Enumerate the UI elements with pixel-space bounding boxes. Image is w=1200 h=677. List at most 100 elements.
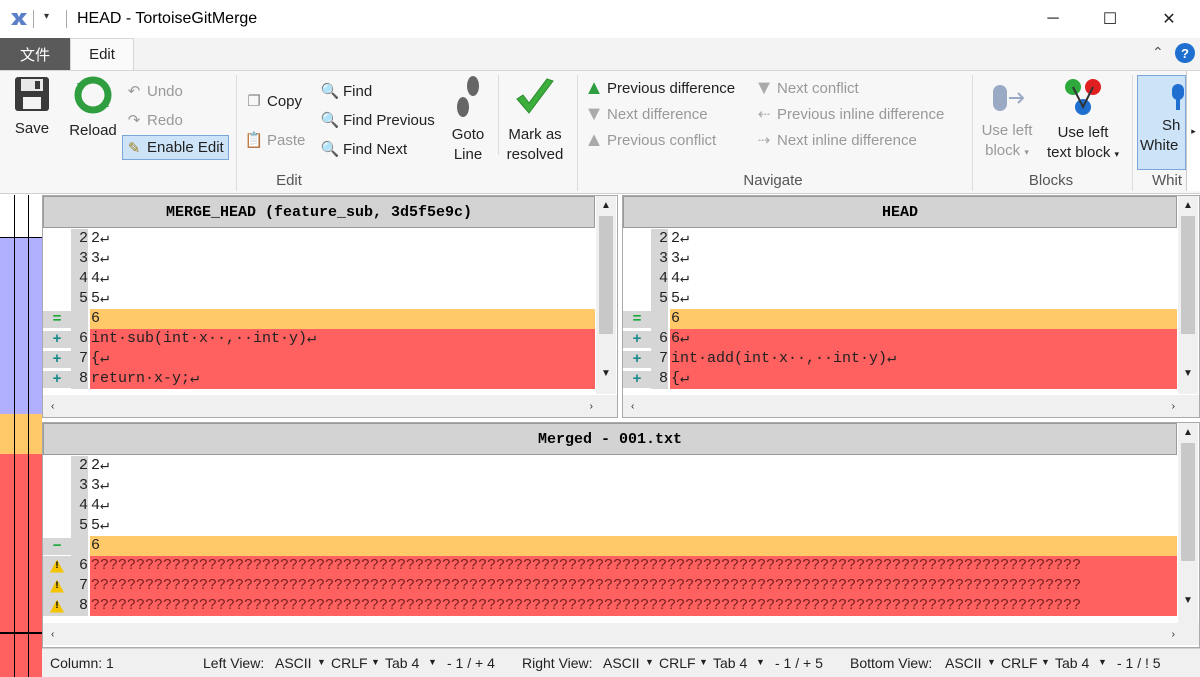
line-number: 5 (71, 516, 88, 536)
show-whitespace-button[interactable]: Sh White (1137, 75, 1186, 170)
ribbon-scroll-right-button[interactable]: ▸ (1186, 71, 1200, 191)
redo-icon: ↷ (127, 112, 141, 129)
code-line[interactable]: ! 8??????????????????????????????????????… (43, 596, 1177, 616)
code-line[interactable]: 5 5↵ (43, 289, 595, 309)
code-line[interactable]: 2 2↵ (43, 229, 595, 249)
paste-button[interactable]: 📋 Paste (244, 127, 306, 153)
left-horizontal-scrollbar[interactable]: ‹ › (43, 395, 617, 417)
collapse-ribbon-icon[interactable]: ⌃ (1152, 44, 1164, 61)
close-button[interactable]: ✕ (1146, 0, 1192, 38)
goto-line-label-2: Line (453, 146, 483, 163)
mark-as-resolved-button[interactable]: Mark as resolved (500, 75, 570, 165)
line-number: 4 (71, 496, 88, 516)
save-icon (13, 75, 51, 113)
use-left-block-label-2: block (985, 142, 1021, 159)
code-line[interactable]: = 6 (43, 309, 595, 329)
code-line[interactable]: = 6 (623, 309, 1177, 329)
code-line[interactable]: 3 3↵ (623, 249, 1177, 269)
find-next-button[interactable]: 🔍 Find Next (320, 136, 408, 162)
goto-line-label-1: Goto (451, 126, 485, 143)
status-right-encoding[interactable]: ASCII (603, 655, 640, 671)
undo-button[interactable]: ↶ Undo (124, 78, 183, 104)
code-line[interactable]: 4 4↵ (43, 269, 595, 289)
maximize-button[interactable]: ☐ (1087, 0, 1133, 38)
redo-label: Redo (147, 111, 183, 129)
save-button[interactable]: Save (6, 75, 58, 139)
code-line[interactable]: 5 5↵ (623, 289, 1177, 309)
chevron-down-icon: ▼ (371, 657, 380, 667)
left-vertical-scrollbar[interactable]: ▲ ▼ (596, 196, 616, 394)
line-number (651, 309, 668, 329)
code-line[interactable]: +7 {↵ (43, 349, 595, 369)
bottom-pane[interactable]: Merged - 001.txt ▲ ▼ 2 2↵ 3 3↵ 4 4↵ 5 5↵ −6! 6???… (42, 422, 1200, 648)
tab-edit[interactable]: Edit (70, 38, 134, 70)
status-left-encoding[interactable]: ASCII (275, 655, 312, 671)
code-line[interactable]: 3 3↵ (43, 249, 595, 269)
status-left-eol[interactable]: CRLF (331, 655, 368, 671)
status-bottom-encoding[interactable]: ASCII (945, 655, 982, 671)
right-pane[interactable]: HEAD ▲ ▼ 2 2↵ 3 3↵ 4 4↵ 5 5↵ = 6 +6 6↵ +7 int·add(int… (622, 195, 1200, 418)
help-icon[interactable]: ? (1175, 43, 1195, 63)
left-pane[interactable]: MERGE_HEAD (feature_sub, 3d5f5e9c) ▲ ▼ 2… (42, 195, 618, 418)
app-icon[interactable] (8, 8, 30, 30)
code-line[interactable]: 4 4↵ (623, 269, 1177, 289)
next-conflict-button[interactable]: ▼ Next conflict (754, 75, 859, 101)
previous-difference-button[interactable]: ▲ Previous difference (584, 75, 735, 101)
line-number: 5 (71, 289, 88, 309)
right-vertical-scrollbar[interactable]: ▲ ▼ (1178, 196, 1198, 394)
code-line[interactable]: −6 (43, 536, 1177, 556)
line-text: 2↵ (670, 229, 1177, 249)
chevron-down-icon: ▼ (428, 657, 437, 667)
line-number: 2 (71, 229, 88, 249)
minimize-button[interactable]: ─ (1030, 0, 1076, 38)
next-difference-button[interactable]: ▼ Next difference (584, 101, 708, 127)
locator-bar-left[interactable] (0, 195, 42, 677)
line-number: 2 (651, 229, 668, 249)
code-line[interactable]: +7 int·add(int·x··,··int·y)↵ (623, 349, 1177, 369)
find-next-label: Find Next (343, 140, 408, 158)
use-left-block-button[interactable]: Use left block ▾ (976, 81, 1038, 162)
status-right-tab[interactable]: Tab 4 (713, 655, 747, 671)
chevron-down-icon: ▼ (645, 657, 654, 667)
chevron-down-icon: ▼ (699, 657, 708, 667)
previous-conflict-button[interactable]: ▲ Previous conflict (584, 127, 716, 153)
enable-edit-button[interactable]: ✎ Enable Edit (122, 135, 229, 160)
use-left-text-block-icon (1061, 75, 1105, 121)
code-line[interactable]: 4 4↵ (43, 496, 1177, 516)
bottom-horizontal-scrollbar[interactable]: ‹ › (43, 623, 1199, 645)
copy-button[interactable]: ❐ Copy (244, 88, 302, 114)
undo-icon: ↶ (127, 83, 141, 100)
status-bottom-eol[interactable]: CRLF (1001, 655, 1038, 671)
line-text: 4↵ (90, 496, 1177, 516)
goto-line-button[interactable]: Goto Line (444, 75, 492, 165)
redo-button[interactable]: ↷ Redo (124, 107, 183, 133)
code-line[interactable]: +6 6↵ (623, 329, 1177, 349)
code-line[interactable]: 3 3↵ (43, 476, 1177, 496)
next-inline-difference-button[interactable]: ⇢ Next inline difference (754, 127, 917, 153)
code-line[interactable]: ! 6??????????????????????????????????????… (43, 556, 1177, 576)
line-text: 6↵ (670, 329, 1177, 349)
reload-button[interactable]: Reload (64, 75, 122, 141)
status-right-eol[interactable]: CRLF (659, 655, 696, 671)
code-line[interactable]: 2 2↵ (623, 229, 1177, 249)
use-left-text-block-button[interactable]: Use left text block ▾ (1040, 75, 1126, 164)
tab-file[interactable]: 文件 (0, 38, 70, 70)
previous-inline-difference-button[interactable]: ⇠ Previous inline difference (754, 101, 945, 127)
previous-difference-label: Previous difference (607, 79, 736, 97)
code-line[interactable]: +8 return·x-y;↵ (43, 369, 595, 389)
find-previous-button[interactable]: 🔍 Find Previous (320, 107, 435, 133)
code-line[interactable]: 2 2↵ (43, 456, 1177, 476)
status-bottom-tab[interactable]: Tab 4 (1055, 655, 1089, 671)
status-bottom-view-label: Bottom View: (850, 655, 933, 671)
code-line[interactable]: +6 int·sub(int·x··,··int·y)↵ (43, 329, 595, 349)
quick-access-dropdown-icon[interactable]: ▾ (44, 11, 49, 22)
right-horizontal-scrollbar[interactable]: ‹ › (623, 395, 1199, 417)
code-line[interactable]: ! 7??????????????????????????????????????… (43, 576, 1177, 596)
line-text: {↵ (670, 369, 1177, 389)
code-line[interactable]: +8 {↵ (623, 369, 1177, 389)
chevron-down-icon: ▼ (987, 657, 996, 667)
code-line[interactable]: 5 5↵ (43, 516, 1177, 536)
find-button[interactable]: 🔍 Find (320, 78, 373, 104)
bottom-vertical-scrollbar[interactable]: ▲ ▼ (1178, 423, 1198, 623)
status-left-tab[interactable]: Tab 4 (385, 655, 419, 671)
